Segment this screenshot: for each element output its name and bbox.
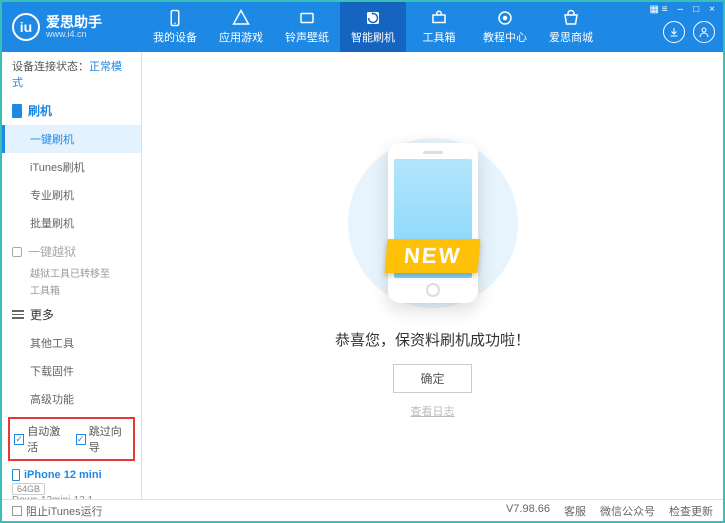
device-info[interactable]: iPhone 12 mini 64GB Down-12mini-13,1	[2, 465, 141, 499]
sidebar-item-advanced[interactable]: 高级功能	[2, 385, 141, 413]
new-ribbon: NEW	[384, 239, 480, 273]
sidebar-item-one-click-flash[interactable]: 一键刷机	[2, 125, 141, 153]
options-highlight-box: ✓自动激活 ✓跳过向导	[8, 417, 135, 461]
app-url: www.i4.cn	[46, 29, 102, 39]
phone-illustration	[388, 143, 478, 303]
phone-icon	[12, 104, 22, 118]
nav-store[interactable]: 爱思商城	[538, 2, 604, 52]
sidebar-item-batch-flash[interactable]: 批量刷机	[2, 209, 141, 237]
status-bar: 阻止iTunes运行 V7.98.66 客服 微信公众号 检查更新	[2, 499, 723, 521]
logo-area: iu 爱思助手 www.i4.cn	[2, 13, 142, 41]
jailbreak-note-2: 工具箱	[2, 283, 141, 300]
view-log-link[interactable]: 查看日志	[411, 403, 455, 419]
menu-icon	[12, 310, 24, 319]
link-check-update[interactable]: 检查更新	[669, 503, 713, 519]
sidebar-item-other-tools[interactable]: 其他工具	[2, 329, 141, 357]
ok-button[interactable]: 确定	[393, 364, 471, 393]
jailbreak-note: 越狱工具已转移至	[2, 266, 141, 283]
device-icon	[12, 469, 20, 481]
check-icon: ✓	[76, 434, 86, 445]
sidebar-section-flash[interactable]: 刷机	[2, 96, 141, 125]
user-button[interactable]	[693, 21, 715, 43]
sidebar-item-itunes-flash[interactable]: iTunes刷机	[2, 153, 141, 181]
nav-smart-flash[interactable]: 智能刷机	[340, 2, 406, 52]
nav-toolbox[interactable]: 工具箱	[406, 2, 472, 52]
nav-ringtone-wallpaper[interactable]: 铃声壁纸	[274, 2, 340, 52]
sidebar-item-download-firmware[interactable]: 下载固件	[2, 357, 141, 385]
sidebar-item-pro-flash[interactable]: 专业刷机	[2, 181, 141, 209]
lock-icon	[12, 247, 22, 257]
nav-apps-games[interactable]: 应用游戏	[208, 2, 274, 52]
link-wechat[interactable]: 微信公众号	[600, 503, 655, 519]
device-storage: 64GB	[12, 483, 45, 495]
sidebar-section-more[interactable]: 更多	[2, 300, 141, 329]
checkbox-block-itunes[interactable]: 阻止iTunes运行	[12, 503, 103, 519]
version-label: V7.98.66	[506, 503, 550, 519]
success-illustration: NEW	[323, 133, 543, 313]
checkbox-icon	[12, 506, 22, 516]
logo-icon: iu	[12, 13, 40, 41]
app-header: iu 爱思助手 www.i4.cn 我的设备 应用游戏 铃声壁纸 智能刷机 工具…	[2, 2, 723, 52]
nav-tutorials[interactable]: 教程中心	[472, 2, 538, 52]
check-icon: ✓	[14, 434, 24, 445]
main-nav: 我的设备 应用游戏 铃声壁纸 智能刷机 工具箱 教程中心 爱思商城	[142, 2, 604, 52]
success-message: 恭喜您，保资料刷机成功啦！	[335, 329, 530, 350]
device-model: Down-12mini-13,1	[12, 495, 131, 499]
checkbox-auto-activate[interactable]: ✓自动激活	[14, 423, 68, 455]
checkbox-skip-guide[interactable]: ✓跳过向导	[76, 423, 130, 455]
sidebar-section-jailbreak: 一键越狱	[2, 237, 141, 266]
sidebar: 设备连接状态：正常模式 刷机 一键刷机 iTunes刷机 专业刷机 批量刷机 一…	[2, 52, 142, 499]
link-support[interactable]: 客服	[564, 503, 586, 519]
download-button[interactable]	[663, 21, 685, 43]
connection-status: 设备连接状态：正常模式	[2, 52, 141, 96]
app-title: 爱思助手	[46, 15, 102, 29]
main-content: NEW 恭喜您，保资料刷机成功啦！ 确定 查看日志	[142, 52, 723, 499]
nav-my-device[interactable]: 我的设备	[142, 2, 208, 52]
